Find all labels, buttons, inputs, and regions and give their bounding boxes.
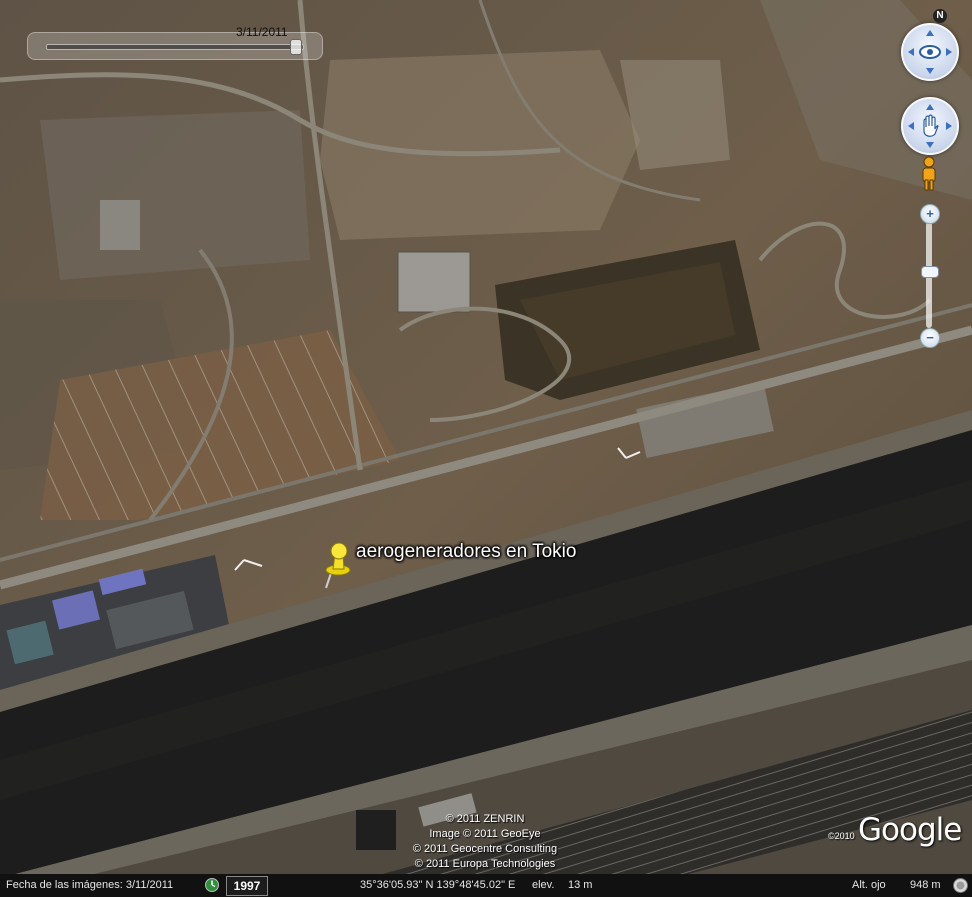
attribution-line: © 2011 Europa Technologies — [414, 858, 556, 870]
placemark-label[interactable]: aerogeneradores en Tokio — [356, 541, 576, 563]
zoom-slider[interactable]: + − — [919, 204, 940, 348]
historical-imagery-year[interactable]: 1997 — [226, 876, 268, 896]
google-logo: Google — [858, 812, 962, 848]
move-control[interactable] — [901, 97, 959, 155]
historical-imagery-icon[interactable] — [204, 877, 220, 893]
hand-icon — [908, 104, 952, 148]
attribution-line: © 2011 ZENRIN — [445, 813, 525, 825]
north-indicator[interactable]: N — [933, 9, 947, 23]
elevation-label: elev. — [532, 879, 555, 891]
zoom-thumb[interactable] — [921, 266, 939, 278]
time-slider-date: 3/11/2011 — [236, 25, 288, 39]
imagery-date: Fecha de las imágenes: 3/11/2011 — [6, 879, 174, 891]
streaming-progress-icon — [953, 878, 968, 893]
zoom-out-button[interactable]: − — [920, 328, 940, 348]
pegman-icon[interactable] — [918, 156, 940, 192]
attribution-line: © 2011 Geocentre Consulting — [412, 843, 558, 855]
eye-icon — [908, 30, 952, 74]
yellow-pushpin-icon[interactable] — [318, 540, 354, 590]
eye-altitude-label: Alt. ojo — [852, 879, 886, 891]
building — [397, 251, 471, 313]
map-attribution: © 2011 ZENRIN Image © 2011 GeoEye © 2011… — [380, 812, 590, 872]
building — [100, 200, 140, 250]
eye-altitude-value: 948 m — [910, 879, 941, 891]
zoom-in-button[interactable]: + — [920, 204, 940, 224]
coordinates-readout: 35°36'05.93" N 139°48'45.02" E — [360, 879, 516, 891]
status-bar: Fecha de las imágenes: 3/11/2011 1997 35… — [0, 874, 972, 897]
attribution-line: Image © 2011 GeoEye — [429, 828, 541, 840]
satellite-imagery[interactable] — [0, 0, 972, 897]
elevation-value: 13 m — [568, 879, 593, 891]
map-view[interactable]: 3/11/2011 N + − aerogeneradores en Tokio… — [0, 0, 972, 897]
look-control[interactable] — [901, 23, 959, 81]
time-slider-track[interactable] — [46, 44, 304, 50]
time-slider-thumb[interactable] — [290, 39, 302, 55]
logo-copyright: ©2010 — [828, 831, 855, 841]
land-patch — [40, 110, 310, 280]
